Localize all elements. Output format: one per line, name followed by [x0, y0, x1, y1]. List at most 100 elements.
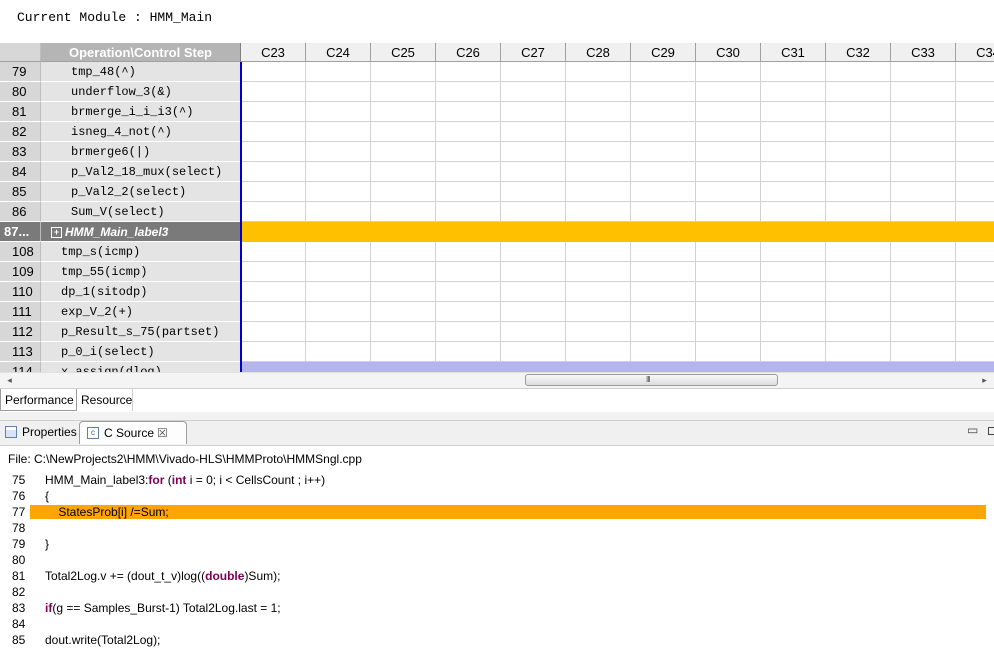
schedule-cell[interactable] [956, 282, 994, 302]
schedule-cell[interactable] [891, 322, 956, 342]
schedule-cell[interactable] [631, 162, 696, 182]
schedule-cell[interactable] [566, 302, 631, 322]
schedule-cell[interactable] [891, 262, 956, 282]
schedule-cell[interactable] [826, 202, 891, 222]
schedule-cell[interactable] [956, 122, 994, 142]
schedule-cell[interactable] [306, 302, 371, 322]
schedule-cell[interactable] [761, 282, 826, 302]
schedule-cell[interactable] [891, 62, 956, 82]
schedule-cell[interactable] [761, 322, 826, 342]
minimize-icon[interactable]: ▭ [967, 423, 978, 437]
schedule-cell[interactable] [631, 202, 696, 222]
source-line[interactable]: 79} [0, 536, 994, 552]
source-line[interactable]: 81 Total2Log.v += (dout_t_v)log((double)S… [0, 568, 994, 584]
schedule-cell[interactable] [696, 202, 761, 222]
schedule-cell[interactable] [436, 282, 501, 302]
step-header-c31[interactable]: C31 [761, 43, 826, 62]
schedule-cell[interactable] [241, 342, 306, 362]
schedule-cell[interactable] [566, 142, 631, 162]
source-line[interactable]: 76 { [0, 488, 994, 504]
schedule-cell[interactable] [631, 322, 696, 342]
schedule-grid[interactable]: Operation\Control Step C23 C24 C25 C26 C27 C2… [0, 43, 994, 372]
source-line[interactable]: 80 [0, 552, 994, 568]
schedule-cell[interactable] [501, 322, 566, 342]
source-line[interactable]: 75 HMM_Main_label3:for (int i = 0; i < Ce… [0, 472, 994, 488]
schedule-cell[interactable] [566, 102, 631, 122]
schedule-cell[interactable] [306, 122, 371, 142]
schedule-cell[interactable] [826, 102, 891, 122]
operation-row[interactable]: 109 tmp_55(icmp) [0, 262, 994, 282]
schedule-cell[interactable] [891, 182, 956, 202]
schedule-cell[interactable] [436, 122, 501, 142]
schedule-cell[interactable] [631, 262, 696, 282]
operation-row[interactable]: 84 p_Val2_18_mux(select) [0, 162, 994, 182]
step-header-c27[interactable]: C27 [501, 43, 566, 62]
schedule-cell[interactable] [241, 262, 306, 282]
schedule-cell[interactable] [631, 62, 696, 82]
c-source-view[interactable]: File: C:\NewProjects2\HMM\Vivado-HLS\HMM… [0, 446, 994, 650]
schedule-cell[interactable] [241, 102, 306, 122]
operation-row[interactable]: 112 p_Result_s_75(partset) [0, 322, 994, 342]
schedule-cell[interactable] [566, 242, 631, 262]
operation-row[interactable]: 82 isneg_4_not(^) [0, 122, 994, 142]
schedule-cell[interactable] [306, 62, 371, 82]
schedule-cell[interactable] [631, 142, 696, 162]
schedule-cell[interactable] [566, 342, 631, 362]
schedule-cell[interactable] [241, 282, 306, 302]
schedule-cell[interactable] [371, 162, 436, 182]
schedule-cell[interactable] [501, 342, 566, 362]
schedule-cell[interactable] [956, 162, 994, 182]
schedule-cell[interactable] [436, 322, 501, 342]
schedule-cell[interactable] [306, 322, 371, 342]
loop-group-name[interactable]: + HMM_Main_label3 [41, 222, 241, 242]
schedule-cell[interactable] [371, 282, 436, 302]
schedule-cell[interactable] [891, 242, 956, 262]
schedule-cell[interactable] [826, 122, 891, 142]
schedule-cell[interactable] [956, 142, 994, 162]
scroll-thumb[interactable]: III [525, 374, 778, 386]
schedule-cell[interactable] [501, 62, 566, 82]
schedule-cell[interactable] [826, 182, 891, 202]
schedule-cell[interactable] [826, 62, 891, 82]
tab-resource[interactable]: Resource [77, 389, 133, 411]
schedule-cell[interactable] [826, 262, 891, 282]
schedule-cell[interactable] [371, 102, 436, 122]
schedule-cell[interactable] [891, 342, 956, 362]
schedule-cell[interactable] [306, 202, 371, 222]
schedule-cell[interactable] [761, 102, 826, 122]
schedule-cell[interactable] [891, 282, 956, 302]
panel-separator[interactable] [0, 412, 994, 420]
schedule-cell[interactable] [956, 342, 994, 362]
schedule-cell[interactable] [696, 82, 761, 102]
schedule-cell[interactable] [371, 62, 436, 82]
schedule-cell[interactable] [956, 242, 994, 262]
step-header-c23[interactable]: C23 [241, 43, 306, 62]
schedule-cell[interactable] [696, 302, 761, 322]
schedule-cell[interactable] [566, 162, 631, 182]
schedule-cell[interactable] [631, 122, 696, 142]
schedule-cell[interactable] [241, 162, 306, 182]
step-header-c29[interactable]: C29 [631, 43, 696, 62]
maximize-icon[interactable] [988, 427, 994, 435]
schedule-cell[interactable] [826, 242, 891, 262]
schedule-cell[interactable] [566, 282, 631, 302]
schedule-cell[interactable] [566, 322, 631, 342]
operation-row[interactable]: 81 brmerge_i_i_i3(^) [0, 102, 994, 122]
schedule-cell[interactable] [501, 182, 566, 202]
tab-csource[interactable]: c C Source ☒ [79, 421, 187, 444]
schedule-cell[interactable] [306, 242, 371, 262]
schedule-cell[interactable] [696, 282, 761, 302]
schedule-cell[interactable] [241, 62, 306, 82]
schedule-cell[interactable] [436, 102, 501, 122]
schedule-cell[interactable] [631, 102, 696, 122]
expand-icon[interactable]: + [51, 227, 62, 239]
schedule-cell[interactable] [631, 82, 696, 102]
schedule-cell[interactable] [826, 342, 891, 362]
schedule-cell[interactable] [696, 102, 761, 122]
schedule-cell[interactable] [826, 82, 891, 102]
operation-row[interactable]: 86 Sum_V(select) [0, 202, 994, 222]
schedule-cell[interactable] [306, 162, 371, 182]
schedule-cell[interactable] [241, 322, 306, 342]
schedule-cell[interactable] [306, 262, 371, 282]
scroll-left-arrow-icon[interactable]: ◂ [2, 373, 17, 388]
